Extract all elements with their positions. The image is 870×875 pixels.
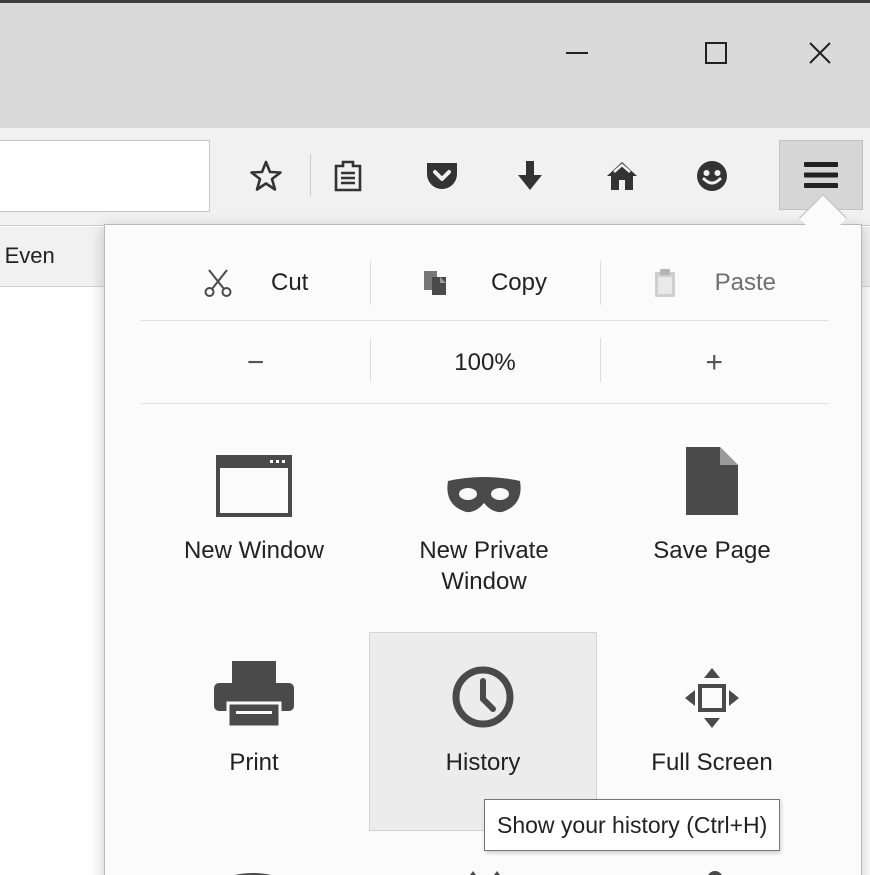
new-private-window-label: New Private Window <box>419 537 549 595</box>
print-label: Print <box>229 749 279 776</box>
toolbar-separator <box>310 154 311 196</box>
save-page-button[interactable]: Save Page <box>598 421 826 566</box>
pocket-button[interactable] <box>418 152 466 200</box>
cut-button[interactable]: Cut <box>141 245 370 320</box>
reading-list-icon <box>334 160 362 192</box>
bookmark-star-button[interactable] <box>242 152 290 200</box>
zoom-out-label: − <box>246 345 265 379</box>
save-page-icon <box>684 421 740 517</box>
download-icon <box>518 161 542 190</box>
hello-button[interactable] <box>688 152 736 200</box>
hello-icon <box>697 161 727 191</box>
paste-button[interactable]: Paste <box>599 245 829 320</box>
home-button[interactable] <box>598 152 646 200</box>
edit-controls-row: Cut Copy Paste <box>141 245 829 321</box>
copy-label: Copy <box>490 268 547 296</box>
hamburger-menu-icon <box>804 162 838 188</box>
history-tooltip: Show your history (Ctrl+H) <box>484 799 781 851</box>
clipboard-icon <box>653 268 677 298</box>
close-button[interactable] <box>790 23 850 83</box>
close-icon <box>809 42 831 64</box>
minimize-icon <box>566 52 588 54</box>
cut-label: Cut <box>270 268 309 296</box>
new-window-label: New Window <box>183 537 325 564</box>
next-row-icon-left <box>235 873 271 875</box>
save-page-label: Save Page <box>653 537 771 564</box>
url-bar[interactable] <box>0 140 210 212</box>
zoom-in-label: + <box>705 345 724 379</box>
history-label: History <box>445 749 521 776</box>
zoom-reset-button[interactable]: 100% <box>370 322 599 403</box>
bookmark-item[interactable]: na Even <box>0 243 55 269</box>
printer-icon <box>212 633 296 729</box>
menu-panel: Cut Copy Paste − 100% + New Window New P… <box>104 224 862 875</box>
new-private-window-button[interactable]: New Private Window <box>370 421 598 597</box>
copy-icon <box>423 270 453 296</box>
home-icon <box>607 162 637 190</box>
next-row-icon-right <box>708 871 722 875</box>
full-screen-label: Full Screen <box>651 749 773 776</box>
downloads-button[interactable] <box>506 152 554 200</box>
zoom-out-button[interactable]: − <box>141 322 370 403</box>
zoom-in-button[interactable]: + <box>599 322 829 403</box>
private-mask-icon <box>444 421 524 517</box>
print-button[interactable]: Print <box>140 633 368 830</box>
next-row-icon-middle <box>470 871 500 875</box>
copy-button[interactable]: Copy <box>370 245 599 320</box>
maximize-icon <box>705 42 727 64</box>
reading-list-button[interactable] <box>324 152 372 200</box>
pocket-icon <box>427 163 457 189</box>
full-screen-icon <box>684 633 740 729</box>
new-window-icon <box>216 421 292 517</box>
nav-toolbar <box>0 128 870 226</box>
scissors-icon <box>203 268 233 298</box>
paste-label: Paste <box>714 268 776 296</box>
history-clock-icon <box>451 633 515 729</box>
star-icon <box>250 160 282 191</box>
minimize-button[interactable] <box>548 23 608 83</box>
zoom-level: 100% <box>454 348 516 376</box>
maximize-button[interactable] <box>686 23 746 83</box>
new-window-button[interactable]: New Window <box>140 421 368 566</box>
zoom-controls-row: − 100% + <box>141 322 829 404</box>
title-bar <box>0 0 870 128</box>
